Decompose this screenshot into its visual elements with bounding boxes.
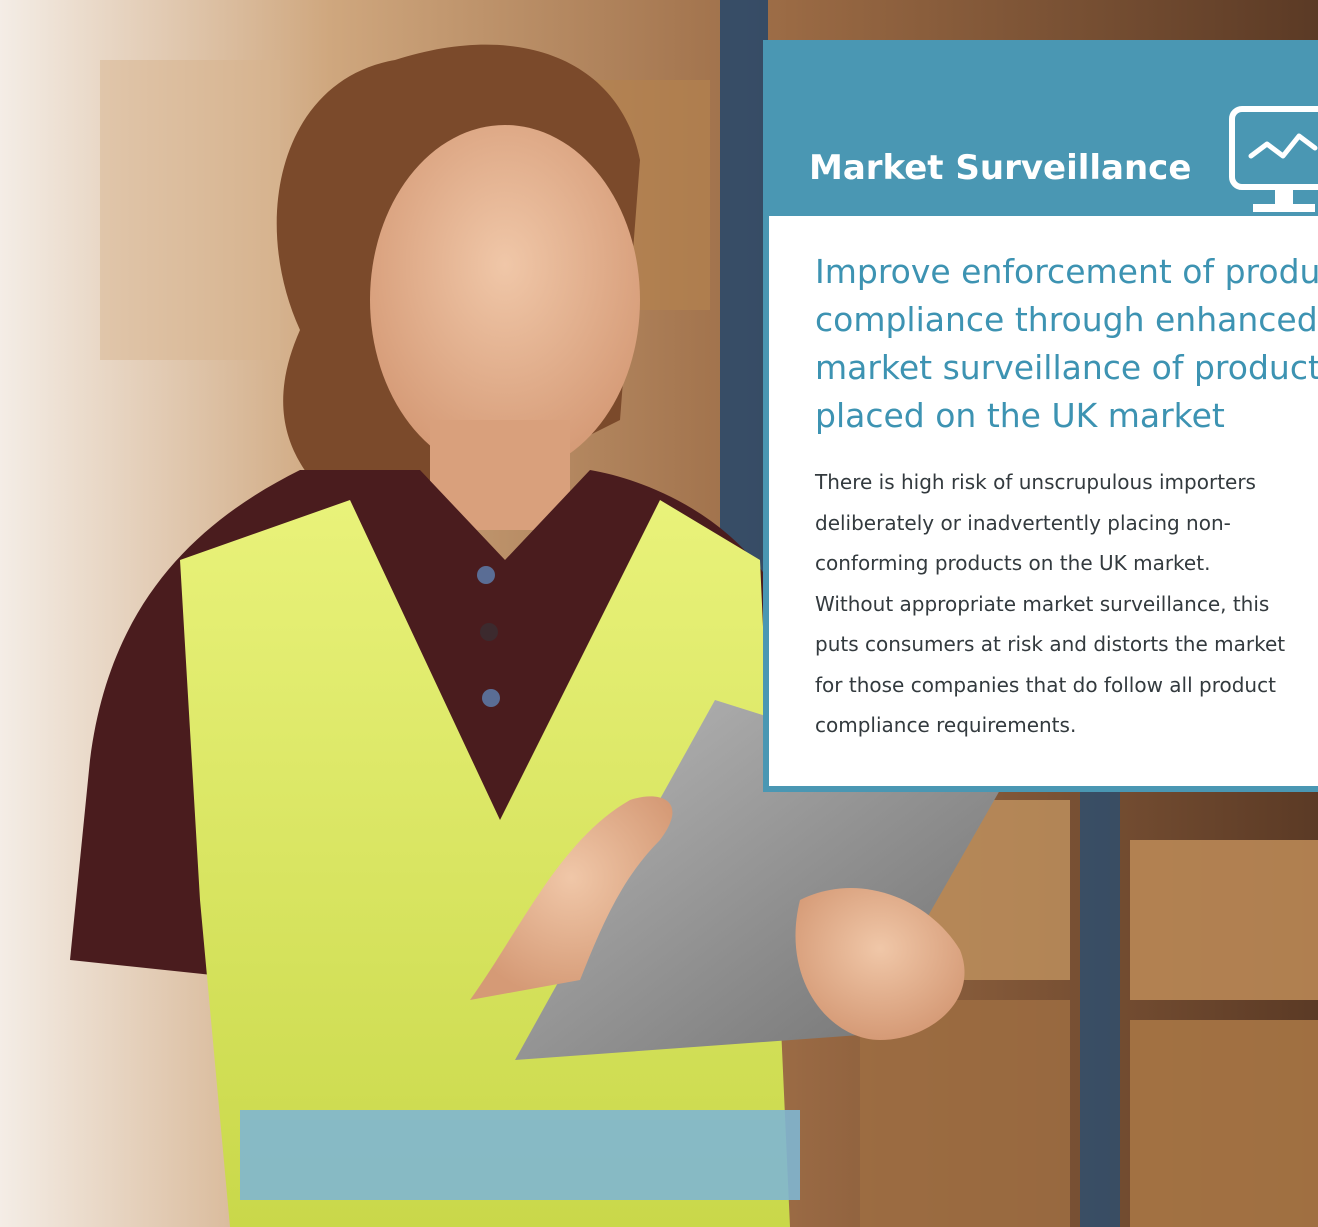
headline-line: market surveillance of products [815, 348, 1318, 387]
body-line: compliance requirements. [815, 713, 1077, 737]
card-body: Improve enforcement of product complianc… [815, 248, 1318, 746]
body-line: puts consumers at risk and distorts the … [815, 632, 1286, 656]
body-line: conforming products on the UK market. [815, 551, 1211, 575]
headline-line: placed on the UK market [815, 396, 1225, 435]
card-description: There is high risk of unscrupulous impor… [815, 462, 1318, 746]
monitor-chart-icon [1229, 106, 1318, 216]
card-headline: Improve enforcement of product complianc… [815, 248, 1318, 440]
body-line: Without appropriate market surveillance,… [815, 591, 1270, 616]
headline-line: compliance through enhanced [815, 300, 1318, 339]
body-line: deliberately or inadvertently placing no… [815, 510, 1231, 535]
info-card: Market Surveillance Improve enforcement … [763, 40, 1318, 792]
headline-line: Improve enforcement of product [815, 252, 1318, 291]
card-header: Market Surveillance [769, 40, 1318, 216]
body-line: for those companies that do follow all p… [815, 672, 1276, 697]
card-title: Market Surveillance [809, 148, 1192, 188]
body-line: There is high risk of unscrupulous impor… [815, 470, 1256, 494]
